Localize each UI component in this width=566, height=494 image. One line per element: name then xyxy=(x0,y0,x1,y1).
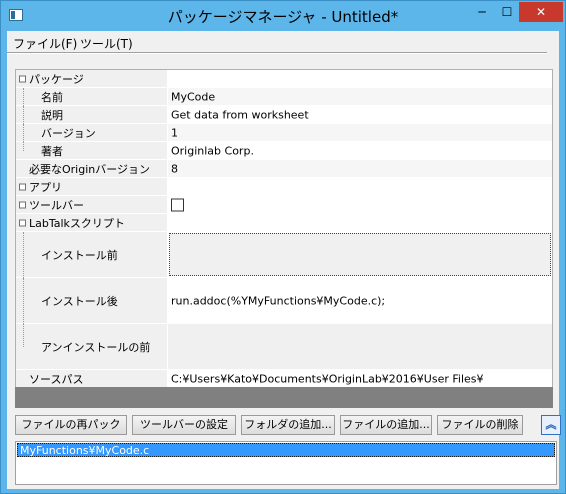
row-label: アプリ xyxy=(29,180,62,194)
button-bar: ファイルの再パック ツールバーの設定 フォルダの追加... ファイルの追加...… xyxy=(15,415,561,437)
grid-row-apps[interactable]: アプリ xyxy=(16,178,552,196)
collapse-toggle-icon[interactable] xyxy=(19,219,26,226)
collapse-toggle-icon[interactable] xyxy=(19,201,26,208)
package-name-value: MyCode xyxy=(171,90,216,103)
row-label: 名前 xyxy=(41,90,63,104)
row-label: LabTalkスクリプト xyxy=(29,216,125,230)
collapse-toggle-icon[interactable] xyxy=(19,75,26,82)
grid-row-after-install[interactable]: インストール後 run.addoc(%YMyFunctions¥MyCode.c… xyxy=(16,278,552,324)
title-bar[interactable]: パッケージマネージャ - Untitled* ─ ☐ ✕ xyxy=(1,1,565,31)
package-manager-window: パッケージマネージャ - Untitled* ─ ☐ ✕ ファイル(F) ツール… xyxy=(0,0,566,494)
property-grid: パッケージ 名前 MyCode 説明 Get data from workshe… xyxy=(15,69,553,405)
before-install-script-input[interactable] xyxy=(169,233,551,276)
row-label: 必要なOriginバージョン xyxy=(29,162,151,176)
grid-row-package[interactable]: パッケージ xyxy=(16,70,552,88)
toolbar-settings-button[interactable]: ツールバーの設定 xyxy=(132,415,236,435)
grid-description-panel xyxy=(15,387,553,408)
add-folder-button[interactable]: フォルダの追加... xyxy=(241,415,335,435)
menu-file[interactable]: ファイル(F) xyxy=(13,35,77,52)
row-label: インストール前 xyxy=(41,248,118,262)
description-value: Get data from worksheet xyxy=(171,108,309,121)
row-label: インストール後 xyxy=(41,294,118,308)
repack-files-button[interactable]: ファイルの再パック xyxy=(15,415,127,435)
row-label: 説明 xyxy=(41,108,63,122)
toolbar-checkbox[interactable] xyxy=(171,198,184,211)
grid-row-description[interactable]: 説明 Get data from worksheet xyxy=(16,106,552,124)
file-list[interactable]: MyFunctions¥MyCode.c xyxy=(15,441,557,485)
menu-tools[interactable]: ツール(T) xyxy=(80,35,133,52)
row-label: ツールバー xyxy=(29,198,84,212)
version-value: 1 xyxy=(171,126,178,139)
grid-row-name[interactable]: 名前 MyCode xyxy=(16,88,552,106)
row-label: 著者 xyxy=(41,144,63,158)
grid-row-before-install[interactable]: インストール前 xyxy=(16,232,552,278)
grid-row-labtalk-script[interactable]: LabTalkスクリプト xyxy=(16,214,552,232)
row-label: バージョン xyxy=(41,126,96,140)
required-version-value: 8 xyxy=(171,162,178,175)
source-path-value: C:¥Users¥Kato¥Documents¥OriginLab¥2016¥U… xyxy=(171,372,484,385)
collapse-up-icon[interactable]: ︽ xyxy=(541,415,561,435)
grid-row-before-uninstall[interactable]: アンインストールの前 xyxy=(16,324,552,370)
collapse-toggle-icon[interactable] xyxy=(19,183,26,190)
row-label: ソースパス xyxy=(29,372,84,386)
grid-row-source-path[interactable]: ソースパス C:¥Users¥Kato¥Documents¥OriginLab¥… xyxy=(16,370,552,388)
row-label: パッケージ xyxy=(29,72,84,86)
grid-row-required-origin-version[interactable]: 必要なOriginバージョン 8 xyxy=(16,160,552,178)
row-label: アンインストールの前 xyxy=(41,340,151,354)
menu-bar: ファイル(F) ツール(T) xyxy=(7,31,559,54)
close-button[interactable]: ✕ xyxy=(519,2,563,22)
grid-row-version[interactable]: バージョン 1 xyxy=(16,124,552,142)
file-list-item[interactable]: MyFunctions¥MyCode.c xyxy=(17,443,555,457)
after-install-script-value: run.addoc(%YMyFunctions¥MyCode.c); xyxy=(171,294,386,307)
maximize-button[interactable]: ☐ xyxy=(495,2,519,22)
delete-file-button[interactable]: ファイルの削除 xyxy=(437,415,523,435)
client-area: ファイル(F) ツール(T) パッケージ 名前 MyCode 説明 Get da… xyxy=(7,31,561,489)
grid-row-author[interactable]: 著者 Originlab Corp. xyxy=(16,142,552,160)
menu-separator xyxy=(7,52,547,54)
author-value: Originlab Corp. xyxy=(171,144,254,157)
minimize-button[interactable]: ─ xyxy=(469,2,495,22)
grid-row-toolbar[interactable]: ツールバー xyxy=(16,196,552,214)
add-file-button[interactable]: ファイルの追加... xyxy=(340,415,432,435)
